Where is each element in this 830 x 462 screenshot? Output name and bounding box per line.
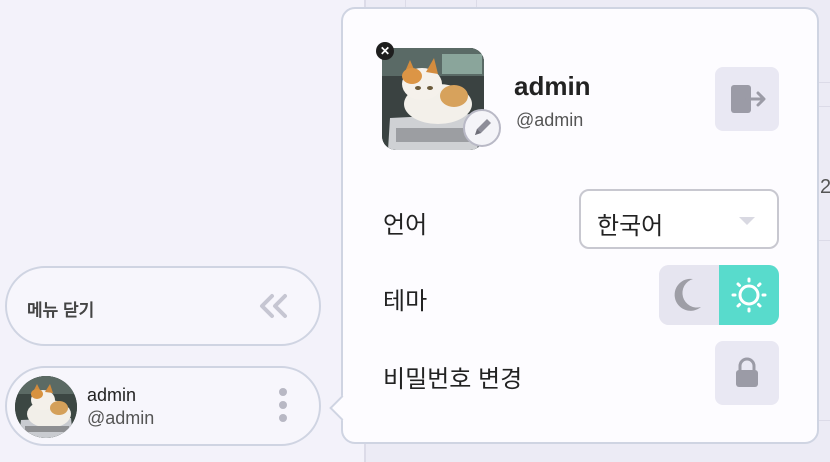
sun-icon (731, 277, 767, 313)
edit-photo-button[interactable] (463, 109, 501, 147)
kebab-dot (279, 414, 287, 422)
profile-name: admin (514, 71, 591, 101)
theme-toggle (659, 265, 779, 325)
double-chevron-left-icon (260, 294, 287, 318)
popover-pointer (329, 395, 355, 421)
sidebar-user-card[interactable]: admin @admin (5, 366, 321, 446)
cat-photo (15, 376, 77, 438)
avatar (15, 376, 77, 438)
kebab-dot (279, 388, 287, 396)
kebab-dot (279, 401, 287, 409)
dark-theme-button[interactable] (659, 265, 719, 325)
language-select[interactable]: 한국어 (579, 189, 779, 249)
pencil-icon (475, 119, 491, 135)
language-label: 언어 (383, 212, 428, 239)
lock-icon (736, 357, 758, 387)
bg-grid-line (819, 240, 830, 241)
sidebar-user-name: admin (87, 385, 137, 405)
close-icon[interactable]: ✕ (376, 42, 394, 60)
moon-icon (674, 278, 701, 311)
logout-button[interactable] (715, 67, 779, 131)
collapse-menu-label: 메뉴 닫기 (27, 301, 95, 320)
bg-grid-line (819, 106, 830, 107)
caret-down-icon (739, 217, 755, 225)
kebab-menu-icon[interactable] (275, 388, 291, 428)
light-theme-button[interactable] (719, 265, 779, 325)
bg-grid-line (819, 420, 830, 421)
language-selected-value: 한국어 (597, 213, 664, 240)
collapse-menu-button[interactable]: 메뉴 닫기 (5, 266, 321, 346)
background-text-fragment: 2 (820, 176, 830, 198)
logout-icon (731, 85, 766, 113)
user-settings-popover: ✕ admin @admin 언어 한국어 테마 비밀번호 변경 (329, 7, 819, 444)
sidebar-user-handle: @admin (87, 408, 155, 428)
profile-handle: @admin (516, 110, 584, 130)
bg-grid-line (819, 82, 830, 83)
change-password-button[interactable] (715, 341, 779, 405)
change-password-label: 비밀번호 변경 (383, 366, 523, 393)
theme-label: 테마 (383, 288, 428, 315)
